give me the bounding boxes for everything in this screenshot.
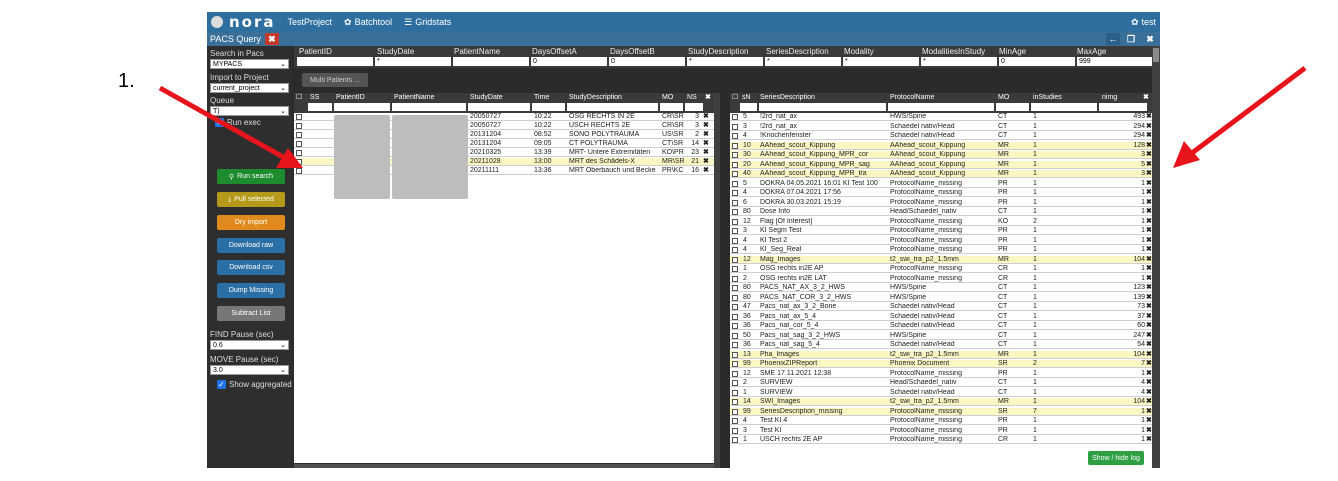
annotation-arrow-left [158, 85, 287, 161]
annotation-arrowhead-right [1173, 141, 1200, 168]
annotation-arrows [158, 66, 1307, 168]
annotation-arrow-right [1190, 66, 1307, 155]
